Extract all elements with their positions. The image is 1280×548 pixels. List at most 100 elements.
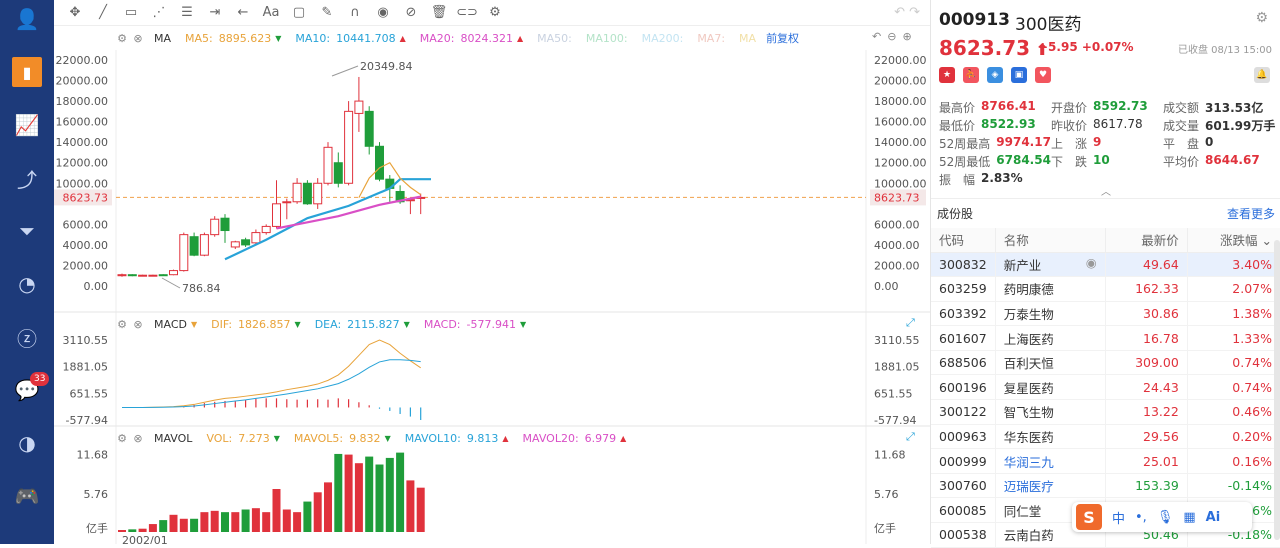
comment-icon[interactable]: ▢	[288, 3, 310, 23]
pie-chart-icon[interactable]: ◔	[12, 269, 42, 299]
flag-cn-icon[interactable]: ★	[939, 67, 955, 83]
stat-value: 8592.73	[1093, 98, 1148, 113]
fib-icon[interactable]: ☰	[176, 3, 198, 23]
stat-value: 6784.54	[996, 152, 1051, 167]
bell-icon[interactable]: 🔔	[1254, 67, 1270, 83]
gamepad-icon[interactable]: 🎮	[12, 481, 42, 511]
draw-line-icon[interactable]: ╱	[92, 3, 114, 23]
runner-icon[interactable]: ⛹	[963, 67, 979, 83]
table-row[interactable]: 300122 智飞生物 13.22 0.46%	[931, 399, 1280, 425]
pct-cell: 0.74%	[1187, 350, 1280, 376]
filter-icon[interactable]: ⏷	[12, 216, 42, 246]
price-cell: 29.56	[1105, 424, 1188, 450]
trend-icon[interactable]: ⤴	[12, 163, 42, 193]
collapse-icon[interactable]: ︿	[1101, 183, 1111, 198]
stock-name-cell[interactable]: 新产业 ◉	[995, 252, 1106, 278]
measure-icon[interactable]: ⇥	[204, 3, 226, 23]
y-tick-label: 14000.00	[56, 136, 109, 149]
settings-icon[interactable]: ⚙	[484, 3, 506, 23]
stat-label: 开盘价	[1051, 100, 1088, 115]
arrow-icon[interactable]: ←	[232, 3, 254, 23]
pct-cell: 0.46%	[1187, 399, 1280, 425]
mic-icon[interactable]: 🎙	[1157, 510, 1174, 525]
table-row[interactable]: 300832 新产业 ◉ 49.64 3.40%	[931, 252, 1280, 278]
line-chart-icon[interactable]: 📈	[12, 110, 42, 140]
macd-tick-label: -577.94	[874, 414, 916, 427]
keyboard-icon[interactable]: ▦	[1183, 510, 1195, 525]
table-row[interactable]: 000963 华东医药 29.56 0.20%	[931, 424, 1280, 450]
price-cell: 30.86	[1105, 301, 1188, 327]
eye-icon[interactable]: ◉	[372, 3, 394, 23]
hide-icon[interactable]: ⊘	[400, 3, 422, 23]
moon-icon[interactable]: ◑	[12, 428, 42, 458]
volume-bar	[262, 512, 271, 532]
stock-name-cell[interactable]: 华润三九	[995, 448, 1106, 474]
sogou-logo[interactable]: S	[1076, 504, 1102, 530]
ai-button[interactable]: Ai	[1206, 510, 1221, 525]
gear-icon[interactable]: ⚙	[1255, 10, 1268, 26]
x-axis-label: 2002/01	[122, 534, 168, 544]
move-icon[interactable]: ✥	[64, 3, 86, 23]
stock-code-cell: 603259	[931, 276, 996, 302]
kline-chart[interactable]: 22000.00 22000.00 20000.00 20000.00 18000.00…	[54, 26, 930, 544]
pct-cell: 0.16%	[1187, 448, 1280, 474]
stock-code-cell: 603392	[931, 301, 996, 327]
magnet-icon[interactable]: ∩	[344, 3, 366, 23]
user-icon[interactable]: 👤	[12, 4, 42, 34]
toggle-icon[interactable]: ⊂⊃	[456, 3, 478, 23]
table-row[interactable]: 600196 复星医药 24.43 0.74%	[931, 374, 1280, 401]
tag-icon[interactable]: ◈	[987, 67, 1003, 83]
stock-name-cell[interactable]: 迈瑞医疗	[995, 473, 1106, 499]
volume-bar	[385, 457, 394, 532]
volume-bar	[293, 512, 302, 532]
quote-panel: 000913 300医药 ⚙ 8623.73 ⬆ +5.95 +0.07% 已收…	[930, 0, 1280, 548]
polyline-icon[interactable]: ⋰	[148, 3, 170, 23]
stock-name-cell[interactable]: 华东医药	[995, 424, 1106, 450]
stock-name-cell[interactable]: 复星医药	[995, 374, 1106, 401]
table-row[interactable]: 603259 药明康德 162.33 2.07%	[931, 276, 1280, 302]
left-nav: 👤 ▮ 📈 ⤴ ⏷ ◔ ⓩ 💬 ◑ 🎮	[0, 0, 54, 544]
price-cell: 49.64	[1105, 252, 1188, 278]
column-header[interactable]: 代码	[931, 228, 996, 253]
y-tick-label: 22000.00	[874, 54, 927, 67]
y-tick-label: 2000.00	[63, 259, 109, 272]
stat-label: 52周最低	[939, 154, 991, 169]
view-more-link[interactable]: 查看更多	[1227, 205, 1275, 222]
heart-icon[interactable]: ♥	[1035, 67, 1051, 83]
column-header[interactable]: 涨跌幅 ⌄	[1187, 228, 1280, 253]
scrollbar[interactable]	[1274, 240, 1280, 540]
volume-bar	[324, 482, 332, 532]
stock-name-cell[interactable]: 智飞生物	[995, 399, 1106, 425]
rect-icon[interactable]: ▭	[120, 3, 142, 23]
table-row[interactable]: 603392 万泰生物 30.86 1.38%	[931, 301, 1280, 327]
volume-bar	[128, 529, 137, 532]
stock-name-cell[interactable]: 药明康德	[995, 276, 1106, 302]
column-header[interactable]: 最新价	[1105, 228, 1188, 253]
undo-redo-icon[interactable]: ↶ ↷	[894, 5, 920, 20]
table-row[interactable]: 000999 华润三九 25.01 0.16%	[931, 448, 1280, 474]
book-icon[interactable]: ▣	[1011, 67, 1027, 83]
stock-name-cell[interactable]: 万泰生物	[995, 301, 1106, 327]
ime-punct-button[interactable]: •,	[1135, 510, 1147, 525]
stat-value: 9974.17	[996, 134, 1051, 149]
ime-lang-button[interactable]: 中	[1112, 508, 1125, 527]
table-row[interactable]: 688506 百利天恒 309.00 0.74%	[931, 350, 1280, 376]
trash-icon[interactable]: 🗑	[428, 3, 450, 23]
stat-label: 成交额	[1163, 100, 1200, 115]
stock-name-cell[interactable]: 上海医药	[995, 325, 1106, 351]
text-icon[interactable]: Aa	[260, 3, 282, 23]
stat-value: 2.83%	[981, 170, 1023, 185]
stock-code-cell: 300122	[931, 399, 996, 425]
column-header[interactable]: 名称	[995, 228, 1106, 253]
table-row[interactable]: 601607 上海医药 16.78 1.33%	[931, 325, 1280, 351]
eye-icon[interactable]: ◉	[1086, 255, 1097, 270]
price-cell: 16.78	[1105, 325, 1188, 351]
table-row[interactable]: 300760 迈瑞医疗 153.39 -0.14%	[931, 473, 1280, 499]
bar-chart-icon[interactable]: ▮	[12, 57, 42, 87]
y-tick-label: 12000.00	[874, 157, 927, 170]
y-tick-label: 12000.00	[56, 157, 109, 170]
zhihu-icon[interactable]: ⓩ	[12, 322, 42, 352]
pen-icon[interactable]: ✎	[316, 3, 338, 23]
candle-body	[138, 274, 148, 277]
stock-name-cell[interactable]: 百利天恒	[995, 350, 1106, 376]
